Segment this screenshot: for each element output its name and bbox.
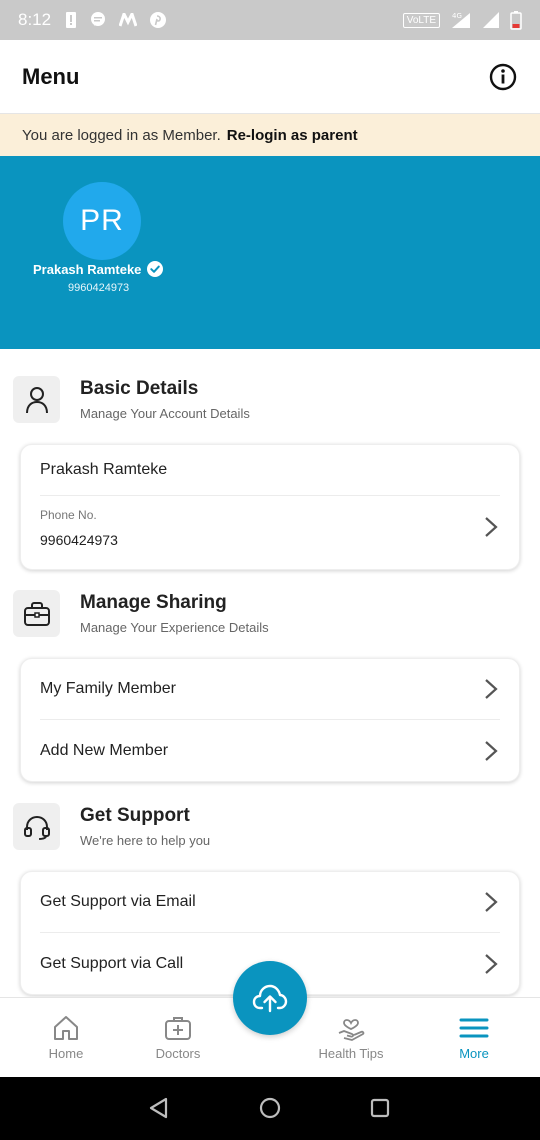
section-subtitle: Manage Your Experience Details bbox=[80, 620, 269, 635]
relogin-link[interactable]: Re-login as parent bbox=[227, 127, 358, 144]
account-name: Prakash Ramteke bbox=[40, 445, 500, 496]
alert-notification-icon bbox=[66, 12, 77, 28]
phone-value: 9960424973 bbox=[40, 532, 118, 548]
cloud-upload-icon bbox=[252, 984, 288, 1013]
list-item-label: Get Support via Call bbox=[40, 954, 184, 972]
medical-kit-icon bbox=[165, 1017, 191, 1040]
message-notification-icon bbox=[91, 12, 106, 26]
section-subtitle: We're here to help you bbox=[80, 833, 211, 848]
home-icon bbox=[54, 1016, 78, 1040]
section-title: Get Support bbox=[80, 805, 190, 826]
section-subtitle: Manage Your Account Details bbox=[80, 406, 250, 421]
home-system-icon[interactable] bbox=[259, 1097, 281, 1119]
chevron-right-icon bbox=[485, 953, 498, 974]
recents-icon[interactable] bbox=[370, 1098, 390, 1118]
headset-icon bbox=[13, 803, 60, 850]
nav-label: More bbox=[459, 1046, 489, 1061]
list-item-label: Add New Member bbox=[40, 741, 169, 759]
avatar: PR bbox=[63, 182, 141, 260]
basic-details-card[interactable]: Prakash Ramteke Phone No. 9960424973 bbox=[20, 444, 520, 570]
signal-icon bbox=[483, 12, 499, 28]
status-bar: 8:12 VoLTE 4G bbox=[0, 0, 540, 40]
basic-details-header: Basic Details Manage Your Account Detail… bbox=[13, 376, 250, 423]
chevron-right-icon bbox=[485, 679, 498, 699]
section-title: Basic Details bbox=[80, 378, 199, 399]
signal-4g-icon: 4G bbox=[452, 12, 470, 28]
volte-badge: VoLTE bbox=[402, 12, 440, 28]
login-banner: You are logged in as Member. Re-login as… bbox=[0, 114, 540, 156]
chevron-right-icon bbox=[485, 740, 498, 761]
system-status-icons: VoLTE 4G bbox=[402, 10, 522, 30]
nav-label: Health Tips bbox=[318, 1046, 384, 1061]
nav-health-tips[interactable]: Health Tips bbox=[306, 1014, 396, 1061]
section-title: Manage Sharing bbox=[80, 592, 227, 613]
person-icon bbox=[13, 376, 60, 423]
status-time: 8:12 bbox=[18, 10, 52, 29]
nav-doctors[interactable]: Doctors bbox=[133, 1014, 223, 1061]
back-icon[interactable] bbox=[148, 1097, 170, 1119]
page-title: Menu bbox=[22, 63, 80, 89]
my-family-member-item[interactable]: My Family Member bbox=[40, 659, 500, 720]
battery-icon bbox=[510, 11, 522, 30]
phone-label: Phone No. bbox=[40, 508, 97, 522]
nav-more[interactable]: More bbox=[429, 1014, 519, 1061]
login-status-text: You are logged in as Member. bbox=[22, 126, 221, 144]
nav-home[interactable]: Home bbox=[21, 1014, 111, 1061]
health-tips-icon bbox=[338, 1019, 365, 1041]
verified-check-icon bbox=[147, 261, 164, 277]
system-navigation-bar bbox=[0, 1077, 540, 1140]
menu-icon bbox=[459, 1018, 489, 1038]
manage-sharing-card: My Family Member Add New Member bbox=[20, 658, 520, 782]
svg-text:4G: 4G bbox=[452, 12, 462, 20]
nav-label: Home bbox=[48, 1046, 84, 1061]
phone-row[interactable]: Phone No. 9960424973 bbox=[40, 496, 500, 569]
app-header: Menu bbox=[0, 40, 540, 114]
get-support-header: Get Support We're here to help you bbox=[13, 803, 210, 850]
add-new-member-item[interactable]: Add New Member bbox=[40, 720, 500, 781]
m-app-notification-icon bbox=[119, 13, 138, 27]
support-email-item[interactable]: Get Support via Email bbox=[40, 872, 500, 933]
profile-phone: 9960424973 bbox=[68, 282, 130, 294]
list-item-label: Get Support via Email bbox=[40, 893, 196, 910]
briefcase-icon bbox=[13, 590, 60, 637]
profile-name-row: Prakash Ramteke bbox=[33, 261, 164, 277]
profile-name: Prakash Ramteke bbox=[33, 261, 142, 277]
chevron-right-icon bbox=[485, 892, 498, 912]
profile-header: PR Prakash Ramteke 9960424973 bbox=[0, 156, 540, 349]
nav-label: Doctors bbox=[155, 1046, 201, 1061]
notification-icons bbox=[65, 11, 167, 29]
pinterest-notification-icon bbox=[150, 12, 167, 28]
chevron-right-icon bbox=[485, 517, 498, 537]
upload-fab-button[interactable] bbox=[233, 961, 307, 1035]
list-item-label: My Family Member bbox=[40, 680, 177, 697]
manage-sharing-header: Manage Sharing Manage Your Experience De… bbox=[13, 590, 269, 637]
info-icon[interactable] bbox=[488, 62, 518, 92]
